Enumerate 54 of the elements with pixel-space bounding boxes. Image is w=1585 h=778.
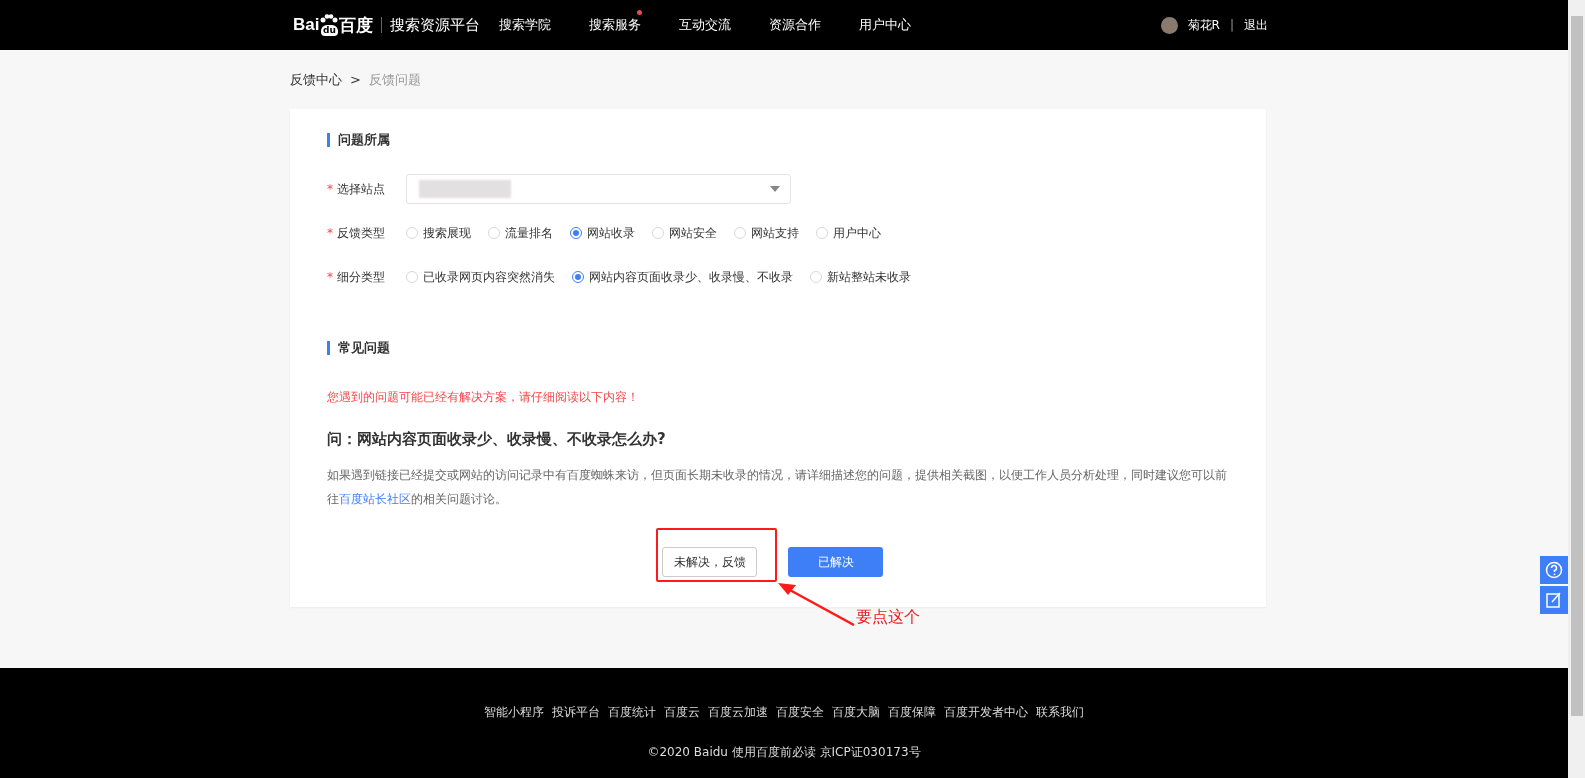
resolved-button[interactable]: 已解决 bbox=[788, 547, 883, 577]
radio-option[interactable]: 网站收录 bbox=[570, 224, 635, 242]
radio-option[interactable]: 用户中心 bbox=[816, 224, 881, 242]
field-label: * 选择站点 bbox=[327, 180, 386, 198]
nav-link[interactable]: 资源合作 bbox=[750, 9, 841, 41]
nav-link[interactable]: 搜索服务 bbox=[570, 9, 661, 41]
notice-text: 您遇到的问题可能已经有解决方案，请仔细阅读以下内容！ bbox=[327, 389, 640, 406]
user-name: 菊花R bbox=[1187, 16, 1220, 34]
footer-link[interactable]: 百度开发者中心 bbox=[944, 704, 1028, 721]
footer-link[interactable]: 联系我们 bbox=[1036, 704, 1084, 721]
field-label: * 细分类型 bbox=[327, 268, 386, 286]
logo-text: Bai bbox=[293, 15, 320, 35]
feedback-edit-button[interactable] bbox=[1540, 586, 1568, 614]
radio-option[interactable]: 网站安全 bbox=[652, 224, 717, 242]
breadcrumb-separator: > bbox=[350, 72, 361, 87]
nav-link[interactable]: 用户中心 bbox=[840, 9, 931, 41]
footer-link[interactable]: 智能小程序 bbox=[484, 704, 544, 721]
section-title: 常见问题 bbox=[327, 341, 1238, 355]
annotation-text: 要点这个 bbox=[856, 607, 920, 628]
platform-name: 搜索资源平台 bbox=[390, 15, 481, 35]
breadcrumb-item: 反馈问题 bbox=[368, 70, 421, 89]
field-label: * 反馈类型 bbox=[327, 224, 386, 242]
logout-link[interactable]: 退出 bbox=[1244, 16, 1268, 34]
community-link[interactable]: 百度站长社区 bbox=[339, 492, 411, 506]
radio-option[interactable]: 网站支持 bbox=[734, 224, 799, 242]
scrollbar[interactable] bbox=[1568, 0, 1585, 778]
feedback-button[interactable]: 未解决，反馈 bbox=[662, 547, 757, 577]
nav-link[interactable]: 搜索学院 bbox=[480, 9, 571, 41]
copyright-text: ©2020 Baidu 使用百度前必读 京ICP证030173号 bbox=[647, 744, 921, 761]
radio-option[interactable]: 已收录网页内容突然消失 bbox=[406, 268, 555, 286]
footer-link[interactable]: 百度大脑 bbox=[832, 704, 880, 721]
help-icon bbox=[1545, 561, 1563, 579]
separator: | bbox=[1229, 18, 1234, 32]
footer-link[interactable]: 百度统计 bbox=[608, 704, 656, 721]
radio-option[interactable]: 流量排名 bbox=[488, 224, 553, 242]
footer-link[interactable]: 百度安全 bbox=[776, 704, 824, 721]
radio-option[interactable]: 新站整站未收录 bbox=[810, 268, 911, 286]
breadcrumb-item[interactable]: 反馈中心 bbox=[290, 70, 342, 89]
section-title: 问题所属 bbox=[327, 133, 1238, 147]
nav-link[interactable]: 互动交流 bbox=[660, 9, 751, 41]
avatar bbox=[1160, 16, 1178, 34]
edit-icon bbox=[1545, 591, 1563, 609]
footer-link[interactable]: 百度云 bbox=[664, 704, 700, 721]
footer-link[interactable]: 投诉平台 bbox=[552, 704, 600, 721]
radio-option[interactable]: 网站内容页面收录少、收录慢、不收录 bbox=[572, 268, 793, 286]
radio-option[interactable]: 搜索展现 bbox=[406, 224, 471, 242]
footer-link[interactable]: 百度保障 bbox=[888, 704, 936, 721]
answer-paragraph: 如果遇到链接已经提交或网站的访问记录中有百度蜘蛛来访，但页面长期未收录的情况，请详细描述您的问题，提供相关截图，以便工作人员分析处理，同时建议您可以前往百度站长社区的相关问题讨论。 bbox=[327, 467, 1228, 508]
footer-link[interactable]: 百度云加速 bbox=[708, 704, 768, 721]
question-heading: 问：网站内容页面收录少、收录慢、不收录怎么办? bbox=[327, 430, 667, 449]
caret-icon bbox=[770, 186, 780, 192]
help-button[interactable] bbox=[1540, 556, 1568, 584]
site-select[interactable] bbox=[406, 174, 791, 204]
logo-text: 百度 bbox=[339, 14, 374, 37]
